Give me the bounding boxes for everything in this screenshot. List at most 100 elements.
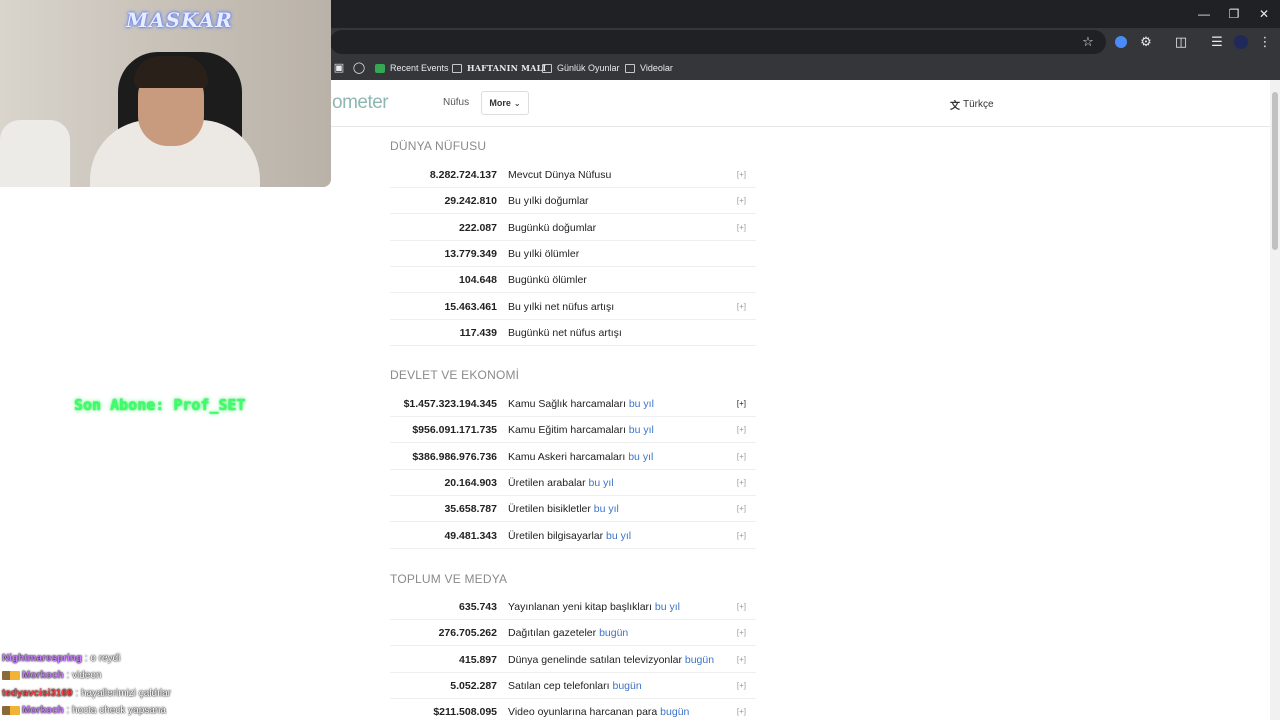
chat-message: Morkoch : hocta check yapsana bbox=[2, 705, 166, 716]
counter-period: bugün bbox=[599, 627, 629, 640]
nav-population-link[interactable]: Nüfus bbox=[443, 97, 469, 108]
counter-label-text: Bu yılki ölümler bbox=[508, 247, 580, 260]
counter-label: Bu yılki ölümler bbox=[508, 248, 579, 260]
expand-details-button[interactable]: [+] bbox=[737, 425, 746, 434]
counter-label: Üretilen bilgisayarlar bu yıl bbox=[508, 530, 631, 542]
more-dropdown-button[interactable]: More ⌄ bbox=[481, 91, 529, 115]
counter-period: bu yıl bbox=[606, 529, 632, 542]
expand-details-button[interactable]: [+] bbox=[737, 707, 746, 716]
minimize-icon[interactable]: — bbox=[1193, 4, 1215, 24]
bookmark-label: HAFTANIN MALI bbox=[467, 63, 547, 73]
expand-details-button[interactable]: [+] bbox=[737, 602, 746, 611]
counter-label-text: Kamu Eğitim harcamaları bbox=[508, 424, 629, 437]
counter-label-text: Üretilen bisikletler bbox=[508, 503, 594, 516]
counter-row: 117.439 Bugünkü net nüfus artışı bbox=[390, 320, 756, 346]
expand-details-button[interactable]: [+] bbox=[737, 302, 746, 311]
counter-label: Bu yılki doğumlar bbox=[508, 195, 589, 207]
green-app-icon bbox=[375, 63, 385, 73]
bookmark-gunluk-oyunlar[interactable]: Günlük Oyunlar bbox=[542, 60, 620, 76]
counter-value: 117.439 bbox=[459, 326, 497, 339]
expand-details-button[interactable]: [+] bbox=[737, 504, 746, 513]
section-title-economy: DEVLET VE EKONOMİ bbox=[390, 368, 520, 382]
counter-value: 276.705.262 bbox=[438, 627, 497, 640]
counter-value: 13.779.349 bbox=[444, 247, 497, 260]
counter-period: bu yıl bbox=[628, 450, 654, 463]
counter-period: bu yıl bbox=[628, 398, 654, 410]
chat-text: : hayallerimizi çaldılar bbox=[72, 688, 171, 699]
last-subscriber-label: Son Abone: Prof_SET bbox=[74, 396, 246, 414]
counter-label: Üretilen bisikletler bu yıl bbox=[508, 503, 619, 515]
streamer-hair bbox=[134, 56, 208, 88]
site-logo[interactable]: ometer bbox=[332, 92, 389, 114]
expand-details-button[interactable]: [+] bbox=[737, 531, 746, 540]
chat-username: Morkoch bbox=[22, 705, 64, 716]
counter-value: 5.052.287 bbox=[450, 679, 497, 692]
counter-period: bugün bbox=[612, 679, 642, 692]
expand-details-button[interactable]: [+] bbox=[737, 170, 746, 179]
bookmark-videolar[interactable]: Videolar bbox=[625, 60, 673, 76]
counter-row: 276.705.262 Dağıtılan gazeteler bugün [+] bbox=[390, 620, 756, 647]
chat-username: tedyavcisi3169 bbox=[2, 688, 73, 699]
translate-icon: 文 bbox=[950, 101, 960, 112]
chat-username: Nightmarespring bbox=[2, 653, 83, 664]
more-label: More bbox=[489, 98, 511, 108]
counter-row: 20.164.903 Üretilen arabalar bu yıl [+] bbox=[390, 470, 756, 496]
counter-label-text: Üretilen arabalar bbox=[508, 476, 589, 489]
counter-row: 5.052.287 Satılan cep telefonları bugün [+… bbox=[390, 673, 756, 699]
counter-value: 104.648 bbox=[459, 274, 497, 287]
scrollbar-thumb[interactable] bbox=[1272, 92, 1278, 250]
chat-text: : o reydi bbox=[82, 653, 121, 664]
bookmark-recent-events[interactable]: Recent Events bbox=[375, 60, 449, 76]
section-title-population: DÜNYA NÜFUSU bbox=[390, 139, 487, 153]
counter-value: $956.091.171.735 bbox=[412, 424, 497, 437]
counter-label-text: Bu yılki net nüfus artışı bbox=[508, 300, 615, 313]
gamepad-icon[interactable]: ▣ bbox=[330, 59, 348, 77]
counter-label-text: Kamu Askeri harcamaları bbox=[508, 450, 629, 463]
chat-username: Morkoch bbox=[22, 670, 64, 681]
profile-avatar[interactable] bbox=[1232, 33, 1250, 51]
browser-menu-icon[interactable]: ⋮ bbox=[1256, 33, 1274, 51]
media-controls-icon[interactable]: ☰ bbox=[1208, 33, 1226, 51]
counter-label: Üretilen arabalar bu yıl bbox=[508, 477, 614, 489]
counter-value: $386.986.976.736 bbox=[412, 450, 497, 463]
counter-row: $386.986.976.736 Kamu Askeri harcamaları … bbox=[390, 444, 756, 470]
language-selector[interactable]: 文 Türkçe bbox=[950, 97, 994, 112]
webcam-overlay: MASKAR bbox=[0, 0, 331, 187]
counter-row: 635.743 Yayınlanan yeni kitap başlıkları … bbox=[390, 594, 756, 620]
instagram-icon[interactable]: ◯ bbox=[350, 59, 368, 77]
expand-details-button[interactable]: [+] bbox=[737, 681, 746, 690]
restore-icon[interactable]: ❐ bbox=[1223, 4, 1245, 24]
expand-details-button[interactable]: [+] bbox=[737, 478, 746, 487]
counter-value: 635.743 bbox=[459, 601, 497, 613]
close-icon[interactable]: ✕ bbox=[1253, 4, 1275, 24]
counter-period: bu yıl bbox=[593, 503, 619, 516]
counter-label: Bugünkü net nüfus artışı bbox=[508, 327, 622, 339]
chat-badges-icon bbox=[2, 705, 20, 715]
extension-blue-icon[interactable] bbox=[1112, 33, 1130, 51]
counter-label-text: Video oyunlarına harcanan para bbox=[508, 706, 661, 719]
counter-label: Kamu Sağlık harcamaları bu yıl bbox=[508, 398, 654, 410]
bookmark-haftanin-mali[interactable]: HAFTANIN MALI bbox=[452, 60, 546, 76]
folder-icon bbox=[452, 63, 462, 73]
side-panel-icon[interactable]: ◫ bbox=[1172, 33, 1190, 51]
expand-details-button[interactable]: [+] bbox=[737, 399, 746, 408]
bookmark-label: Günlük Oyunlar bbox=[557, 63, 620, 73]
expand-details-button[interactable]: [+] bbox=[737, 196, 746, 205]
chevron-down-icon: ⌄ bbox=[513, 98, 521, 108]
counter-label-text: Kamu Sağlık harcamaları bbox=[508, 398, 629, 410]
counter-label-text: Bugünkü doğumlar bbox=[508, 221, 597, 234]
counter-label: Yayınlanan yeni kitap başlıkları bu yıl bbox=[508, 601, 680, 613]
expand-details-button[interactable]: [+] bbox=[737, 452, 746, 461]
counter-label-text: Dağıtılan gazeteler bbox=[508, 627, 600, 640]
expand-details-button[interactable]: [+] bbox=[737, 655, 746, 664]
extensions-puzzle-icon[interactable]: ⚙ bbox=[1137, 33, 1155, 51]
address-bar[interactable] bbox=[330, 30, 1106, 54]
bookmark-star-icon[interactable]: ☆ bbox=[1079, 33, 1097, 51]
counter-row: 49.481.343 Üretilen bilgisayarlar bu yıl [… bbox=[390, 523, 756, 549]
counter-label: Mevcut Dünya Nüfusu bbox=[508, 169, 611, 181]
counter-row: $211.508.095 Video oyunlarına harcanan pa… bbox=[390, 699, 756, 720]
expand-details-button[interactable]: [+] bbox=[737, 628, 746, 637]
expand-details-button[interactable]: [+] bbox=[737, 223, 746, 232]
counter-label-text: Bugünkü ölümler bbox=[508, 274, 587, 287]
counter-label: Dünya genelinde satılan televizyonlar bu… bbox=[508, 654, 714, 666]
